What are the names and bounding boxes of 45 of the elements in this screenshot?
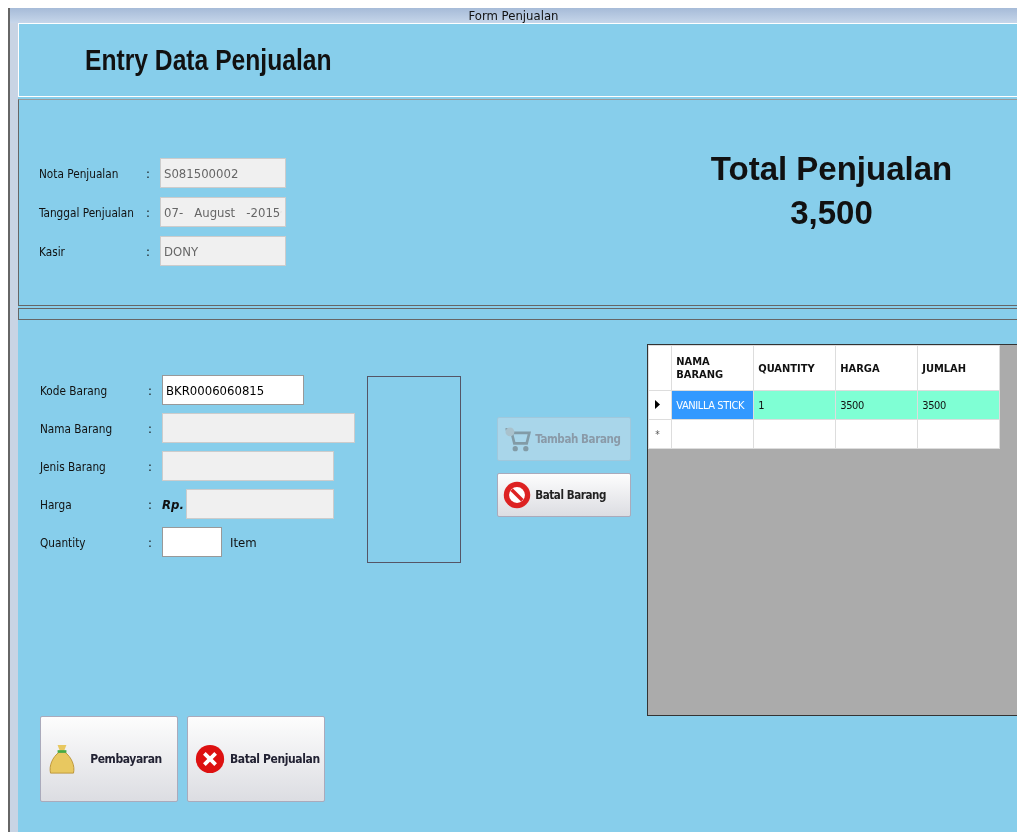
readonly-field[interactable] [162,451,334,481]
readonly-field[interactable] [162,413,355,443]
colon: : [146,243,151,259]
close-icon [194,743,226,775]
colon: : [146,165,151,181]
column-header[interactable]: HARGA [835,345,918,391]
total-value: 3,500 [790,194,873,232]
window-title: Form Penjualan [10,8,1017,23]
table-cell[interactable]: 3500 [835,390,918,420]
column-header[interactable]: NAMA BARANG [671,345,754,391]
colon: : [148,458,153,474]
field-label: Kode Barang [40,382,109,398]
input-field[interactable]: BKR0006060815 [162,375,304,405]
column-header[interactable]: JUMLAH [917,345,1000,391]
input-field[interactable] [162,527,222,557]
readonly-field[interactable]: S081500002 [160,158,286,188]
current-row-icon [655,399,661,409]
colon: : [148,496,153,512]
date-picker[interactable]: 07- August -2015 [160,197,286,227]
field-label: Quantity [40,534,87,550]
field-label: Kasir [39,243,66,259]
form-heading: Entry Data Penjualan [85,43,332,77]
colon: : [146,204,151,220]
payment-button[interactable]: Pembayaran [40,716,178,802]
new-row-marker: * [648,419,672,449]
field-label: Nama Barang [40,420,114,436]
column-header[interactable]: QUANTITY [753,345,836,391]
table-cell[interactable]: 1 [753,390,836,420]
cancel-item-button[interactable]: Batal Barang [497,473,632,517]
data-grid[interactable]: NAMA BARANG QUANTITY HARGA JUMLAH VANILLA STICK 1 3500 3500 * [647,344,1017,716]
readonly-field[interactable] [186,489,334,519]
no-entry-icon [502,479,533,511]
cancel-sale-button[interactable]: Batal Penjualan [187,716,325,802]
total-label: Total Penjualan [710,150,953,188]
colon: : [148,420,153,436]
field-label: Nota Penjualan [39,165,120,181]
colon: : [148,534,153,550]
table-cell[interactable]: 3500 [917,390,1000,420]
currency-label: Rp. [162,496,185,512]
field-label: Harga [40,496,73,512]
readonly-field[interactable]: DONY [160,236,286,266]
colon: : [148,382,153,398]
field-label: Jenis Barang [40,458,107,474]
field-label: Tanggal Penjualan [39,204,135,220]
unit-label: Item [230,534,257,550]
